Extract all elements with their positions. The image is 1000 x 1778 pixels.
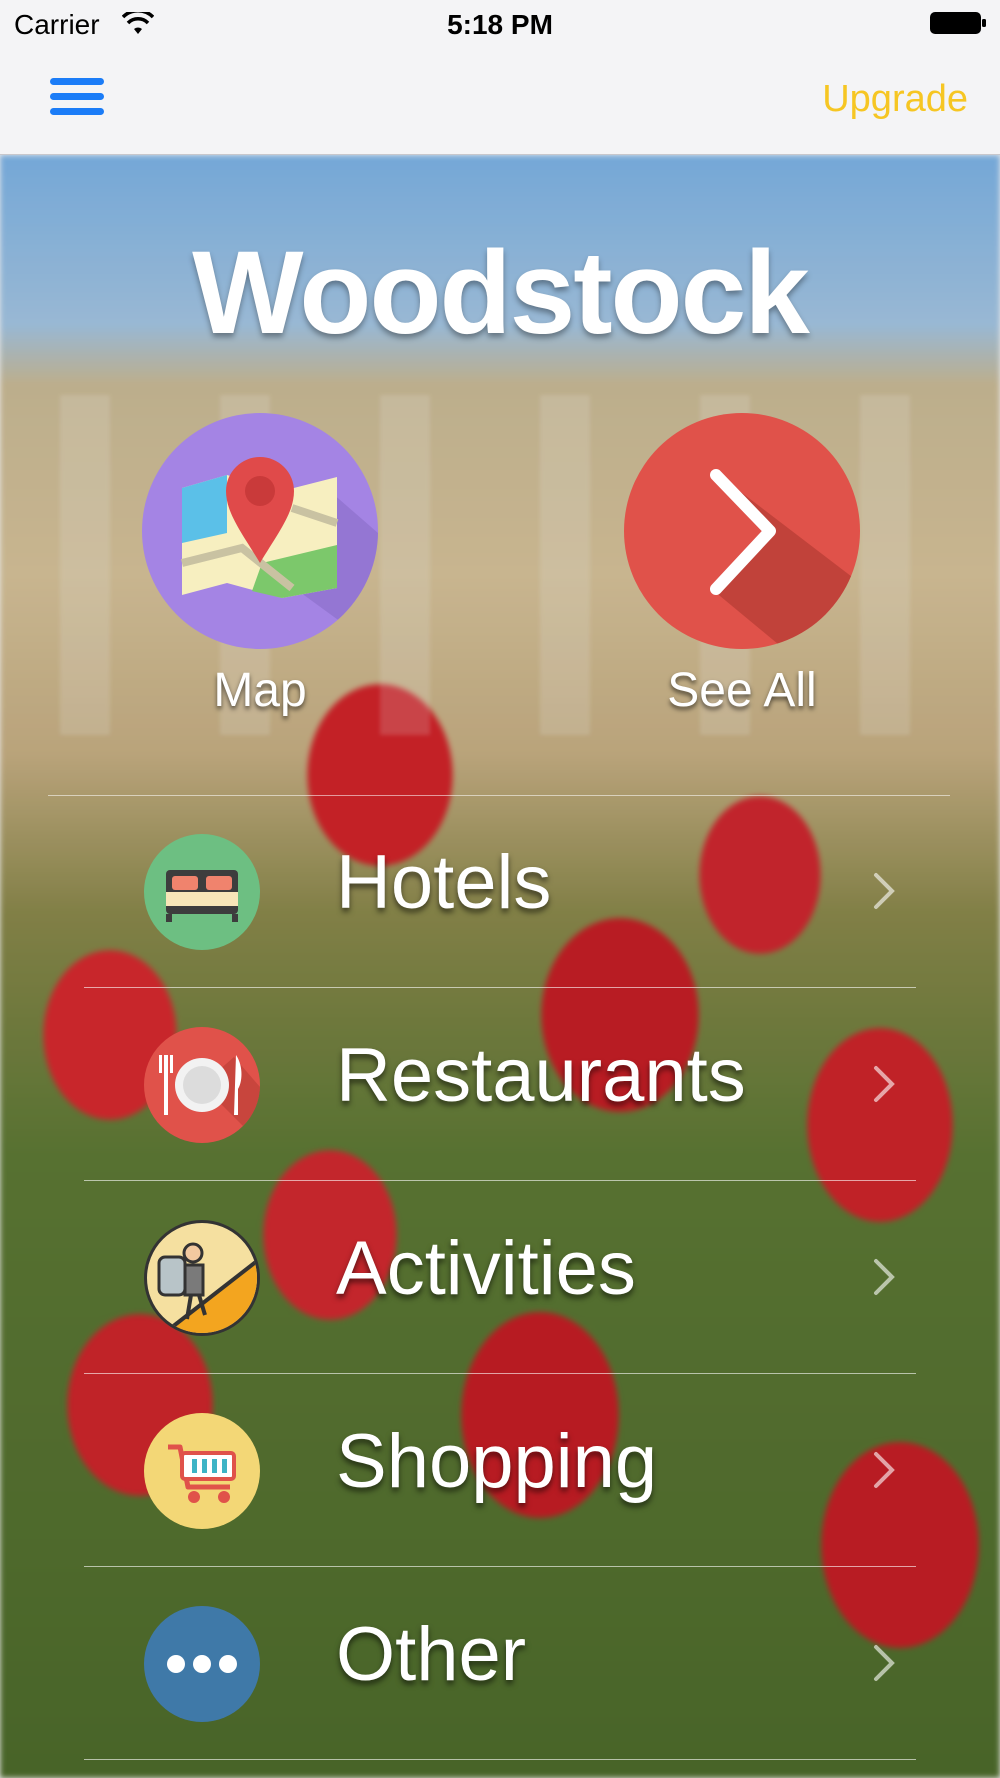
status-bar: Carrier 5:18 PM bbox=[0, 0, 1000, 50]
clock: 5:18 PM bbox=[447, 9, 553, 40]
chevron-right-icon bbox=[874, 1645, 895, 1681]
chevron-right-icon bbox=[874, 1452, 895, 1488]
see-all-label: See All bbox=[667, 664, 817, 717]
battery-icon bbox=[930, 12, 986, 34]
list-item-shopping[interactable]: Shopping bbox=[84, 1374, 916, 1567]
hiker-icon bbox=[144, 1220, 260, 1336]
list-item-restaurants[interactable]: Restaurants bbox=[84, 988, 916, 1181]
plate-cutlery-icon bbox=[144, 1027, 260, 1143]
chevron-right-icon bbox=[874, 873, 895, 909]
list-item-label: Hotels bbox=[336, 840, 552, 925]
hero-section: Woodstock Map See All Hotels Restaurants… bbox=[0, 155, 1000, 1778]
chevron-right-icon bbox=[874, 1066, 895, 1102]
bed-icon bbox=[144, 834, 260, 950]
menu-icon[interactable] bbox=[50, 78, 104, 122]
see-all-button[interactable]: See All bbox=[622, 413, 862, 718]
chevron-right-icon bbox=[874, 1259, 895, 1295]
upgrade-button[interactable]: Upgrade bbox=[822, 78, 968, 121]
chevron-right-icon bbox=[624, 413, 860, 649]
list-item-other[interactable]: Other bbox=[84, 1567, 916, 1760]
list-item-label: Shopping bbox=[336, 1419, 658, 1504]
map-button[interactable]: Map bbox=[140, 413, 380, 718]
more-dots-icon bbox=[144, 1606, 260, 1722]
list-item-label: Activities bbox=[336, 1226, 636, 1311]
divider bbox=[84, 1759, 916, 1760]
list-item-activities[interactable]: Activities bbox=[84, 1181, 916, 1374]
navigation-bar: Upgrade bbox=[0, 50, 1000, 155]
shopping-cart-icon bbox=[144, 1413, 260, 1529]
list-item-label: Restaurants bbox=[336, 1033, 746, 1118]
town-title: Woodstock bbox=[192, 227, 810, 359]
list-item-label: Other bbox=[336, 1612, 527, 1697]
map-label: Map bbox=[213, 664, 307, 717]
map-pin-icon bbox=[142, 413, 378, 649]
list-item-hotels[interactable]: Hotels bbox=[84, 795, 916, 988]
